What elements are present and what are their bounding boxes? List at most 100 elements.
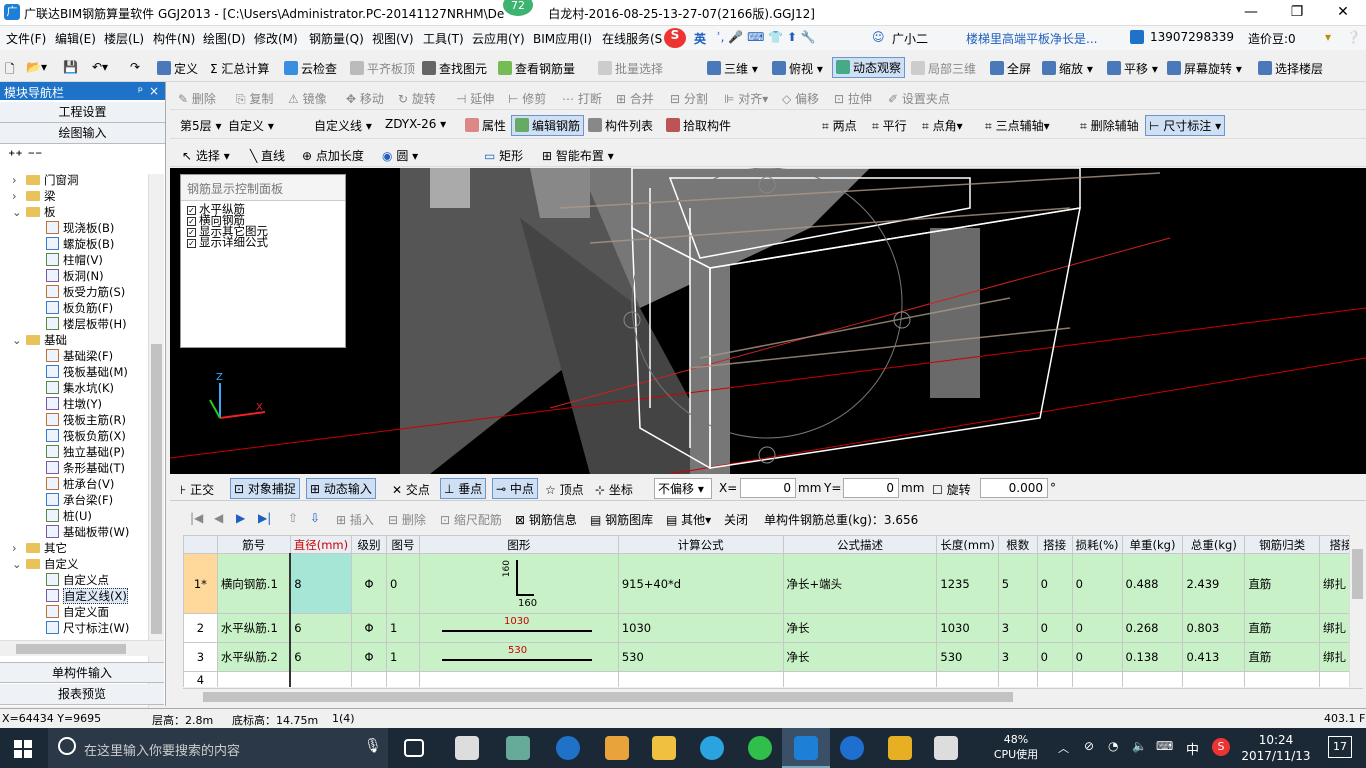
notes-app-icon[interactable]: [888, 736, 912, 760]
col-header[interactable]: 级别: [351, 535, 388, 554]
coordinate-snap[interactable]: ⊹ 坐标: [595, 481, 633, 498]
menu-floor[interactable]: 楼层(L): [104, 30, 144, 47]
insert-button[interactable]: ⊞ 插入: [336, 511, 374, 528]
tree-node[interactable]: 筏板负筋(X): [46, 428, 126, 444]
cell-unit-weight[interactable]: 0.138: [1121, 642, 1184, 672]
tree-node[interactable]: 尺寸标注(W): [46, 620, 129, 636]
cell-formula[interactable]: 915+40*d: [617, 553, 784, 614]
select-floor-button[interactable]: 选择楼层: [1258, 60, 1323, 77]
tree-node[interactable]: ⌄ 板: [12, 204, 56, 220]
ime-indicator[interactable]: 中: [1186, 739, 1199, 758]
tree-node[interactable]: 现浇板(B): [46, 220, 114, 236]
cell-unit-weight[interactable]: 0.268: [1121, 613, 1184, 643]
cell-description[interactable]: 净长: [782, 613, 938, 643]
view-rebar-qty-button[interactable]: 查看钢筋量: [498, 60, 575, 77]
component-list-button[interactable]: 构件列表: [588, 117, 653, 134]
assistant-icon[interactable]: ☺: [872, 30, 885, 44]
table-row[interactable]: 4: [183, 671, 1363, 687]
smart-layout-button[interactable]: ⊞ 智能布置 ▾: [542, 147, 614, 164]
save-icon[interactable]: 💾: [63, 60, 78, 74]
col-header[interactable]: 图形: [418, 535, 619, 554]
ie-icon[interactable]: [700, 736, 724, 760]
user-phone[interactable]: 13907298339: [1150, 30, 1234, 44]
move-down-icon[interactable]: ⇩: [310, 511, 320, 525]
col-header[interactable]: 钢筋归类: [1244, 535, 1321, 554]
undo-icon[interactable]: ↶▾: [92, 60, 108, 74]
tree-node[interactable]: 独立基础(P): [46, 444, 125, 460]
cell-bar-name[interactable]: 水平纵筋.1: [216, 613, 291, 643]
cell-shape[interactable]: 530: [418, 642, 619, 672]
rotate-button[interactable]: ↻ 旋转: [398, 90, 436, 107]
close-button[interactable]: ✕: [1320, 0, 1366, 26]
app-2345-icon[interactable]: [506, 736, 530, 760]
price-beans[interactable]: 造价豆:0: [1248, 30, 1296, 47]
checkbox-show-formula[interactable]: ✓ 显示详细公式: [187, 236, 345, 248]
col-header[interactable]: 公式描述: [782, 535, 938, 554]
edge-icon[interactable]: [556, 736, 580, 760]
tree-node[interactable]: 楼层板带(H): [46, 316, 127, 332]
tree-node[interactable]: 桩承台(V): [46, 476, 114, 492]
360-browser-icon[interactable]: [748, 736, 772, 760]
extend-button[interactable]: ⊣ 延伸: [456, 90, 494, 107]
tree-node[interactable]: 板负筋(F): [46, 300, 113, 316]
menu-edit[interactable]: 编辑(E): [55, 30, 96, 47]
offset-button[interactable]: ◇ 偏移: [782, 90, 819, 107]
rotate-checkbox[interactable]: ☐ 旋转: [932, 481, 971, 498]
stretch-button[interactable]: ⊡ 拉伸: [834, 90, 872, 107]
cell-total-weight[interactable]: 0.413: [1182, 642, 1246, 672]
action-center-icon[interactable]: 17: [1328, 736, 1352, 758]
tree-node[interactable]: 自定义点: [46, 572, 109, 588]
tree-expander-icon[interactable]: ⌄: [12, 332, 24, 348]
tree-node[interactable]: ⌄ 基础: [12, 332, 67, 348]
sogou-icon[interactable]: S: [664, 28, 686, 48]
col-header[interactable]: 单重(kg): [1121, 535, 1184, 554]
tree-node[interactable]: › 门窗洞: [12, 172, 79, 188]
cell-category[interactable]: 直筋: [1244, 613, 1321, 643]
nav-prev-icon[interactable]: ◀: [214, 511, 223, 525]
perpendicular-snap[interactable]: ⊥ 垂点: [440, 478, 487, 499]
properties-button[interactable]: 属性: [465, 117, 506, 134]
cell-shape[interactable]: 160 160: [418, 553, 619, 614]
cell-bar-name[interactable]: 横向钢筋.1: [216, 553, 291, 614]
dynamic-input-toggle[interactable]: ⊞ 动态输入: [306, 478, 376, 499]
menu-bim[interactable]: BIM应用(I): [533, 30, 592, 47]
tree-expander-icon[interactable]: ⌄: [12, 204, 24, 220]
object-snap-toggle[interactable]: ⊡ 对象捕捉: [230, 478, 300, 499]
tree-node[interactable]: 螺旋板(B): [46, 236, 114, 252]
cell-total-weight[interactable]: 2.439: [1182, 553, 1246, 614]
grid-vscrollbar[interactable]: [1349, 535, 1365, 687]
3d-view-button[interactable]: 三维 ▾: [707, 60, 758, 77]
delete-button[interactable]: ✎ 删除: [178, 90, 216, 107]
cell-diameter[interactable]: 8: [289, 553, 353, 614]
col-header[interactable]: 图号: [386, 535, 420, 554]
glodon-icon[interactable]: [840, 736, 864, 760]
split-button[interactable]: ⊟ 分割: [670, 90, 708, 107]
tray-chevron-icon[interactable]: ︿: [1058, 740, 1069, 756]
pin-icon[interactable]: ᵖ: [138, 84, 143, 98]
new-file-icon[interactable]: 🗋: [5, 60, 15, 81]
cell-description[interactable]: 净长+端头: [782, 553, 938, 614]
cell-category[interactable]: 直筋: [1244, 553, 1321, 614]
menu-view[interactable]: 视图(V): [372, 30, 414, 47]
project-settings-button[interactable]: 工程设置: [0, 102, 165, 123]
ime-toolbar-icons[interactable]: ʾ, 🎤 ⌨ 👕 ⬆ 🔧: [717, 30, 816, 44]
menu-rebar-qty[interactable]: 钢筋量(Q): [309, 30, 364, 47]
cell-lap[interactable]: 0: [1036, 553, 1073, 614]
cell-formula[interactable]: 1030: [617, 613, 784, 643]
cell-unit-weight[interactable]: 0.488: [1121, 553, 1184, 614]
rebar-library-button[interactable]: ▤ 钢筋图库: [590, 511, 653, 528]
menu-draw[interactable]: 绘图(D): [203, 30, 246, 47]
cell-diameter[interactable]: 6: [289, 613, 353, 643]
report-preview-button[interactable]: 报表预览: [0, 684, 164, 705]
store-icon[interactable]: [605, 736, 629, 760]
tree-node[interactable]: 条形基础(T): [46, 460, 125, 476]
two-point-axis-button[interactable]: ⌗ 两点: [822, 117, 857, 134]
tree-node[interactable]: 桩(U): [46, 508, 92, 524]
mirror-button[interactable]: ⚠ 镜像: [288, 90, 327, 107]
active-app-tab[interactable]: [782, 728, 830, 768]
row-number[interactable]: 1*: [183, 553, 218, 614]
cell-category[interactable]: 直筋: [1244, 642, 1321, 672]
cell-grade[interactable]: Φ: [351, 613, 388, 643]
close-icon[interactable]: ×: [149, 84, 159, 98]
tree-node[interactable]: 柱墩(Y): [46, 396, 102, 412]
